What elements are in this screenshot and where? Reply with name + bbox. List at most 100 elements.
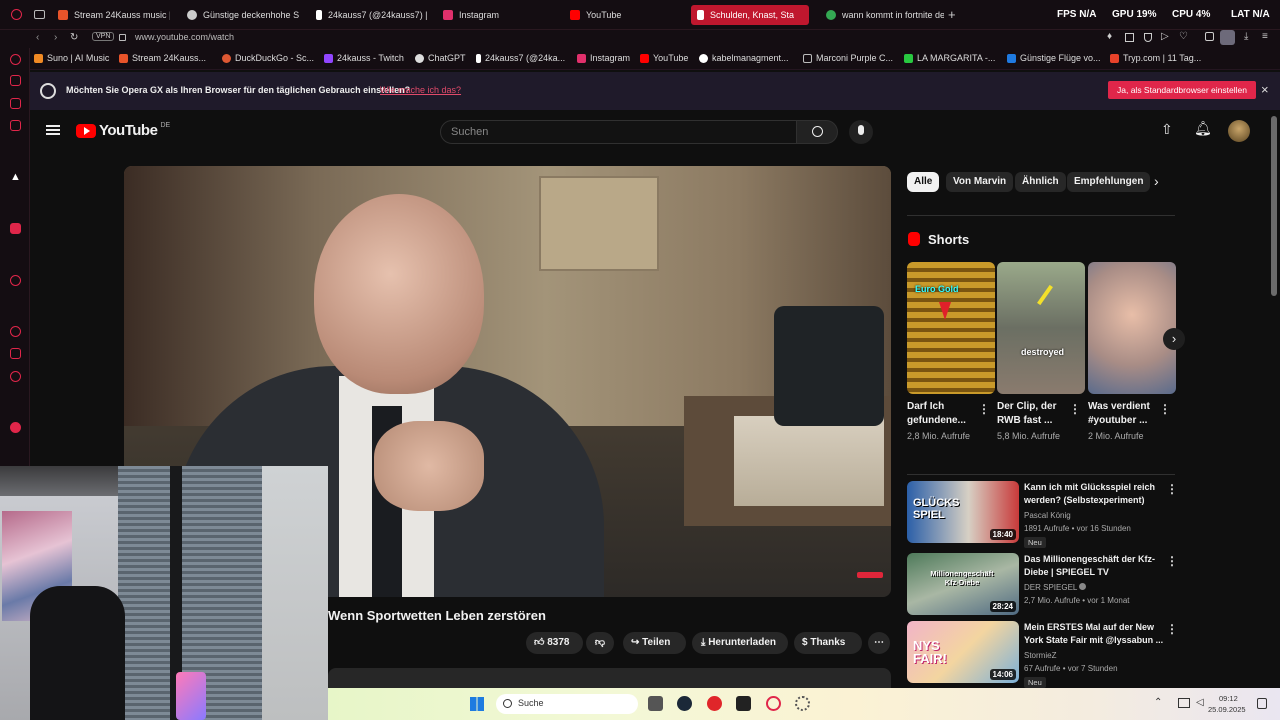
short-thumbnail-2[interactable] bbox=[1088, 262, 1176, 394]
thanks-button[interactable]: $ Thanks bbox=[794, 632, 862, 654]
task-view-icon[interactable] bbox=[648, 696, 663, 711]
tab-2[interactable]: 24kauss7 (@24kauss7) | bbox=[310, 5, 428, 25]
notice-close-button[interactable]: × bbox=[1261, 82, 1269, 97]
opera-menu-icon[interactable] bbox=[11, 9, 22, 20]
chip-similar[interactable]: Ähnlich bbox=[1015, 172, 1066, 192]
voice-search-button[interactable] bbox=[849, 120, 873, 144]
tray-volume-icon[interactable]: ◁ bbox=[1196, 697, 1204, 708]
search-button[interactable] bbox=[796, 120, 838, 144]
short-thumbnail-1[interactable]: destroyed bbox=[997, 262, 1085, 394]
gx-control-icon[interactable] bbox=[10, 54, 21, 65]
profile-avatar[interactable] bbox=[1220, 30, 1235, 45]
back-icon[interactable]: ‹ bbox=[36, 32, 39, 43]
bookmark-8[interactable]: kabelmanagment... bbox=[699, 53, 789, 63]
reload-icon[interactable]: ↻ bbox=[70, 32, 78, 43]
bookmark-star-icon[interactable]: ♦ bbox=[1107, 31, 1112, 42]
bookmark-5[interactable]: 24kauss7 (@24ka... bbox=[476, 53, 565, 63]
tab-4[interactable]: YouTube bbox=[564, 5, 682, 25]
rec-thumbnail-0[interactable]: GLÜCKS SPIEL 18:40 bbox=[907, 481, 1019, 543]
bookmark-10[interactable]: LA MARGARITA -... bbox=[904, 53, 995, 63]
shorts-next-button[interactable]: › bbox=[1163, 328, 1185, 350]
player-icon[interactable]: ▷ bbox=[1161, 31, 1169, 42]
tab-0[interactable]: Stream 24Kauss music | L bbox=[52, 5, 170, 25]
account-avatar[interactable] bbox=[1228, 120, 1250, 142]
share-button[interactable]: ↪ Teilen bbox=[623, 632, 686, 654]
short-thumbnail-0[interactable]: Euro Gold bbox=[907, 262, 995, 394]
url-field[interactable]: www.youtube.com/watch bbox=[135, 32, 234, 42]
forward-icon[interactable]: › bbox=[54, 32, 57, 43]
bookmark-9[interactable]: Marconi Purple C... bbox=[803, 53, 893, 63]
tray-network-icon[interactable] bbox=[1178, 698, 1190, 708]
bookmark-2[interactable]: DuckDuckGo - Sc... bbox=[222, 53, 314, 63]
tab-1[interactable]: Günstige deckenhohe Sc bbox=[181, 5, 299, 25]
chip-all[interactable]: Alle bbox=[907, 172, 940, 192]
steam-icon[interactable] bbox=[677, 696, 692, 711]
dislike-button[interactable]: 👎︎ bbox=[586, 632, 614, 654]
short-menu-icon[interactable]: ⋮ bbox=[1159, 402, 1171, 416]
rec-title-2[interactable]: Mein ERSTES Mal auf der New York State F… bbox=[1024, 621, 1164, 647]
rec-menu-icon[interactable]: ⋮ bbox=[1166, 482, 1178, 496]
vpn-badge[interactable]: VPN bbox=[92, 32, 115, 41]
taskbar-clock-date[interactable]: 25.09.2025 bbox=[1208, 705, 1246, 714]
tab-3[interactable]: Instagram bbox=[437, 5, 555, 25]
gx-corner-icon[interactable] bbox=[10, 75, 21, 86]
windows-start-icon[interactable] bbox=[470, 697, 484, 711]
aria-icon[interactable]: ▲ bbox=[10, 171, 21, 183]
extensions-sidebar-icon[interactable] bbox=[10, 348, 21, 359]
rec-title-0[interactable]: Kann ich mit Glücksspiel reich werden? (… bbox=[1024, 481, 1164, 507]
bookmark-7[interactable]: YouTube bbox=[640, 53, 688, 63]
chip-from-channel[interactable]: Von Marvin bbox=[946, 172, 1014, 192]
tab-5-active[interactable]: Schulden, Knast, Sta bbox=[691, 5, 809, 25]
rec-channel-0[interactable]: Pascal König bbox=[1024, 511, 1071, 520]
notifications-bell-icon[interactable]: 🔔︎ bbox=[1194, 120, 1212, 137]
chip-recommendations[interactable]: Empfehlungen bbox=[1067, 172, 1151, 192]
notice-help-link[interactable]: Wie mache ich das? bbox=[380, 85, 461, 95]
tray-chevron-icon[interactable]: ⌃ bbox=[1154, 697, 1162, 708]
snapshot-icon[interactable] bbox=[1125, 33, 1134, 42]
bookmark-11[interactable]: Günstige Flüge vo... bbox=[1007, 53, 1101, 63]
menu-icon[interactable]: ≡ bbox=[1262, 31, 1268, 42]
epic-games-icon[interactable] bbox=[736, 696, 751, 711]
workspace-icon[interactable] bbox=[34, 10, 45, 19]
page-scrollbar[interactable] bbox=[1271, 116, 1277, 296]
opera-gx-icon[interactable] bbox=[766, 696, 781, 711]
short-title-0[interactable]: Darf Ich gefundene... bbox=[907, 400, 977, 428]
upload-icon[interactable]: ⇧ bbox=[1161, 121, 1173, 138]
chips-next-icon[interactable]: › bbox=[1154, 173, 1159, 189]
new-tab-button[interactable]: + bbox=[948, 7, 956, 22]
gx-cleaner-icon[interactable] bbox=[10, 98, 21, 109]
settings-gear-icon[interactable] bbox=[795, 696, 810, 711]
bookmark-0[interactable]: Suno | AI Music bbox=[34, 53, 109, 63]
bookmark-4[interactable]: ChatGPT bbox=[415, 53, 466, 63]
short-title-2[interactable]: Was verdient #youtuber ... bbox=[1088, 400, 1158, 428]
like-button[interactable]: 👍︎ 8378 bbox=[526, 632, 583, 654]
rec-title-1[interactable]: Das Millionengeschäft der Kfz-Diebe | SP… bbox=[1024, 553, 1164, 579]
shield-icon[interactable] bbox=[1144, 33, 1152, 42]
taskbar-clock-time[interactable]: 09:12 bbox=[1219, 694, 1238, 703]
short-menu-icon[interactable]: ⋮ bbox=[978, 402, 990, 416]
history-icon[interactable] bbox=[10, 326, 21, 337]
set-default-browser-button[interactable]: Ja, als Standardbrowser einstellen bbox=[1108, 81, 1256, 99]
extensions-icon[interactable] bbox=[1205, 32, 1214, 41]
short-menu-icon[interactable]: ⋮ bbox=[1069, 402, 1081, 416]
short-title-1[interactable]: Der Clip, der RWB fast ... bbox=[997, 400, 1067, 428]
download-icon[interactable]: ⤓ bbox=[1244, 31, 1248, 42]
taskbar-search[interactable]: Suche bbox=[496, 694, 638, 714]
rec-thumbnail-1[interactable]: Millionengeschäft Kfz-Diebe 28:24 bbox=[907, 553, 1019, 615]
rec-menu-icon[interactable]: ⋮ bbox=[1166, 554, 1178, 568]
tab-6[interactable]: wann kommt in fortnite de bbox=[820, 5, 944, 25]
bookmark-12[interactable]: Tryp.com | 11 Tag... bbox=[1110, 53, 1201, 63]
bookmark-3[interactable]: 24kauss - Twitch bbox=[324, 53, 404, 63]
twitch-icon[interactable] bbox=[10, 223, 21, 234]
notification-center-icon[interactable] bbox=[1257, 698, 1267, 709]
app-red-icon[interactable] bbox=[707, 696, 722, 711]
rec-channel-1[interactable]: DER SPIEGEL bbox=[1024, 583, 1087, 592]
rec-thumbnail-2[interactable]: NYS FAIR! 14:06 bbox=[907, 621, 1019, 683]
rec-menu-icon[interactable]: ⋮ bbox=[1166, 622, 1178, 636]
gx-tv-icon[interactable] bbox=[10, 120, 21, 131]
bookmark-1[interactable]: Stream 24Kauss... bbox=[119, 53, 206, 63]
rec-channel-2[interactable]: StormieZ bbox=[1024, 651, 1056, 660]
description-box[interactable] bbox=[328, 668, 891, 690]
bookmark-6[interactable]: Instagram bbox=[577, 53, 630, 63]
more-actions-button[interactable]: ⋯ bbox=[868, 632, 890, 654]
